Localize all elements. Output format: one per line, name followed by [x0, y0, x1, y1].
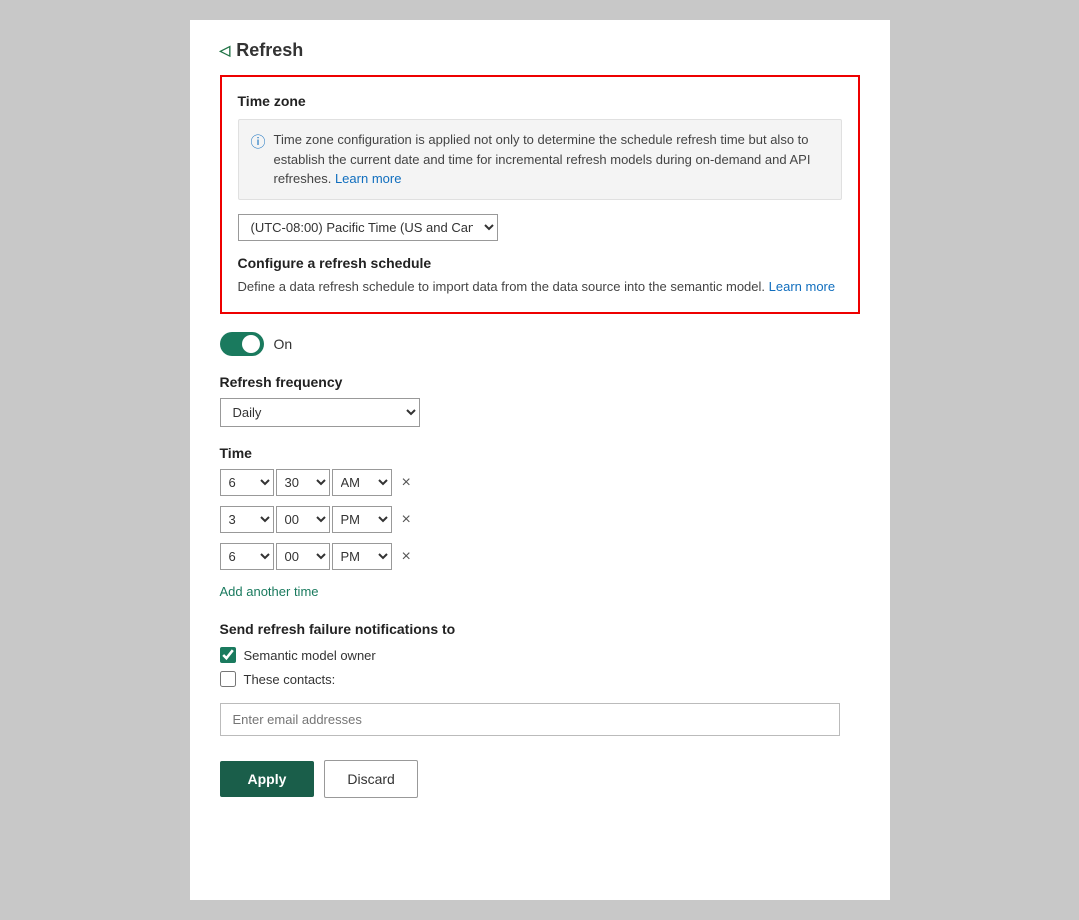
- refresh-panel: ◁ Refresh Time zone ⓘ Time zone configur…: [190, 20, 890, 900]
- timezone-section-title: Time zone: [238, 93, 842, 109]
- email-input[interactable]: [220, 703, 840, 736]
- time1-remove-button[interactable]: ×: [398, 475, 415, 491]
- toggle-row: On: [220, 332, 860, 356]
- button-row: Apply Discard: [220, 760, 860, 798]
- time2-hour-select[interactable]: 3 1245 6789 101112: [220, 506, 274, 533]
- time-row-3: 6 1234 5789 101112 00 153045 PM AM ×: [220, 543, 860, 570]
- time2-ampm-select[interactable]: PM AM: [332, 506, 392, 533]
- time3-ampm-select[interactable]: PM AM: [332, 543, 392, 570]
- timezone-info-box: ⓘ Time zone configuration is applied not…: [238, 119, 842, 200]
- checkbox-row-owner: Semantic model owner: [220, 647, 860, 663]
- semantic-model-owner-label: Semantic model owner: [244, 648, 376, 663]
- time3-minute-select[interactable]: 00 153045: [276, 543, 330, 570]
- timezone-select[interactable]: (UTC-08:00) Pacific Time (US and Can (UT…: [238, 214, 498, 241]
- toggle-label: On: [274, 336, 293, 352]
- add-another-time-link[interactable]: Add another time: [220, 584, 319, 599]
- time3-hour-select[interactable]: 6 1234 5789 101112: [220, 543, 274, 570]
- time3-remove-button[interactable]: ×: [398, 549, 415, 565]
- page-title: ◁ Refresh: [220, 40, 860, 61]
- timezone-learn-more-link[interactable]: Learn more: [335, 171, 401, 186]
- checkbox-row-contacts: These contacts:: [220, 671, 860, 687]
- on-off-toggle[interactable]: [220, 332, 264, 356]
- time-row-2: 3 1245 6789 101112 00 153045 PM AM ×: [220, 506, 860, 533]
- these-contacts-checkbox[interactable]: [220, 671, 236, 687]
- time1-hour-select[interactable]: 6 1234 5789 101112: [220, 469, 274, 496]
- apply-button[interactable]: Apply: [220, 761, 315, 797]
- schedule-learn-more-link[interactable]: Learn more: [769, 279, 835, 294]
- info-icon: ⓘ: [251, 131, 266, 152]
- semantic-model-owner-checkbox[interactable]: [220, 647, 236, 663]
- configure-schedule-desc: Define a data refresh schedule to import…: [238, 277, 842, 297]
- these-contacts-label: These contacts:: [244, 672, 336, 687]
- time-row-1: 6 1234 5789 101112 30 001545 AM PM ×: [220, 469, 860, 496]
- refresh-frequency-select[interactable]: Daily Weekly Monthly: [220, 398, 420, 427]
- time1-minute-select[interactable]: 30 001545: [276, 469, 330, 496]
- discard-button[interactable]: Discard: [324, 760, 417, 798]
- refresh-icon: ◁: [220, 42, 231, 59]
- toggle-slider: [220, 332, 264, 356]
- time2-minute-select[interactable]: 00 153045: [276, 506, 330, 533]
- refresh-frequency-label: Refresh frequency: [220, 374, 860, 390]
- time2-remove-button[interactable]: ×: [398, 512, 415, 528]
- notifications-section-label: Send refresh failure notifications to: [220, 621, 860, 637]
- time1-ampm-select[interactable]: AM PM: [332, 469, 392, 496]
- timezone-info-text: Time zone configuration is applied not o…: [274, 130, 829, 189]
- configure-schedule-title: Configure a refresh schedule: [238, 255, 842, 271]
- time-section-label: Time: [220, 445, 860, 461]
- timezone-config-box: Time zone ⓘ Time zone configuration is a…: [220, 75, 860, 314]
